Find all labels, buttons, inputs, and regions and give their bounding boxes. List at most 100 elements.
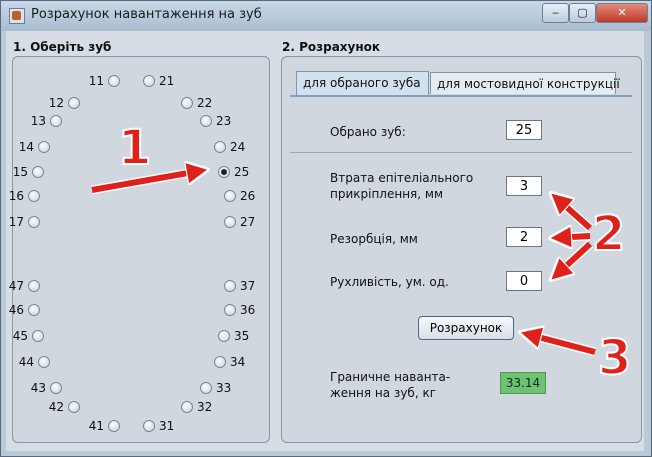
tooth-radio-33[interactable]: 33 <box>200 381 231 395</box>
calculate-button[interactable]: Розрахунок <box>418 316 514 340</box>
tooth-radio-45[interactable]: 45 <box>13 329 44 343</box>
radio-button[interactable] <box>214 141 226 153</box>
tooth-radio-27[interactable]: 27 <box>224 215 255 229</box>
tooth-number-label: 15 <box>12 165 28 179</box>
annotation-3: 3 <box>597 329 632 387</box>
radio-button[interactable] <box>68 401 80 413</box>
radio-button[interactable] <box>181 97 193 109</box>
selected-tooth-field: 25 <box>506 120 542 140</box>
tooth-number-label: 16 <box>8 189 24 203</box>
mobility-label: Рухливість, ум. од. <box>330 275 449 289</box>
attachment-loss-label: Втрата епітеліального прикріплення, мм <box>330 170 473 202</box>
tooth-radio-44[interactable]: 44 <box>19 355 50 369</box>
radio-button[interactable] <box>50 382 62 394</box>
tooth-number-label: 33 <box>216 381 232 395</box>
radio-button[interactable] <box>32 330 44 342</box>
radio-button[interactable] <box>214 356 226 368</box>
radio-button[interactable] <box>38 356 50 368</box>
attachment-loss-field[interactable]: 3 <box>506 176 542 196</box>
tooth-radio-43[interactable]: 43 <box>31 381 62 395</box>
result-label-line1: Граничне наванта- <box>330 370 451 384</box>
radio-button[interactable] <box>224 304 236 316</box>
tooth-number-label: 13 <box>30 114 46 128</box>
tooth-radio-31[interactable]: 31 <box>143 419 174 433</box>
radio-button[interactable] <box>108 75 120 87</box>
tooth-radio-24[interactable]: 24 <box>214 140 245 154</box>
annotation-2: 2 <box>591 205 626 263</box>
tooth-number-label: 22 <box>197 96 213 110</box>
tooth-radio-15[interactable]: 15 <box>13 165 44 179</box>
radio-button[interactable] <box>224 190 236 202</box>
radio-button[interactable] <box>38 141 50 153</box>
tooth-radio-23[interactable]: 23 <box>200 114 231 128</box>
radio-button[interactable] <box>200 115 212 127</box>
radio-button[interactable] <box>28 304 40 316</box>
tooth-radio-36[interactable]: 36 <box>224 303 255 317</box>
result-label: Граничне наванта- ження на зуб, кг <box>330 369 450 401</box>
annotation-1: 1 <box>117 119 152 177</box>
tooth-number-label: 11 <box>88 74 104 88</box>
selected-tooth-label: Обрано зуб: <box>330 125 406 139</box>
attachment-loss-label-line2: прикріплення, мм <box>330 187 444 201</box>
radio-button[interactable] <box>50 115 62 127</box>
tooth-radio-25[interactable]: 25 <box>218 165 249 179</box>
tooth-number-label: 43 <box>30 381 46 395</box>
radio-button[interactable] <box>200 382 212 394</box>
tooth-radio-13[interactable]: 13 <box>31 114 62 128</box>
tooth-radio-37[interactable]: 37 <box>224 279 255 293</box>
mobility-field[interactable]: 0 <box>506 271 542 291</box>
tooth-number-label: 46 <box>8 303 24 317</box>
radio-button[interactable] <box>218 330 230 342</box>
tooth-radio-42[interactable]: 42 <box>49 400 80 414</box>
tooth-number-label: 26 <box>240 189 256 203</box>
radio-button[interactable] <box>224 280 236 292</box>
tooth-radio-26[interactable]: 26 <box>224 189 255 203</box>
tooth-radio-34[interactable]: 34 <box>214 355 245 369</box>
tooth-radio-46[interactable]: 46 <box>9 303 40 317</box>
tab-selected-tooth[interactable]: для обраного зуба <box>296 71 429 95</box>
radio-button[interactable] <box>68 97 80 109</box>
tooth-number-label: 31 <box>159 419 175 433</box>
tooth-radio-35[interactable]: 35 <box>218 329 249 343</box>
tooth-number-label: 14 <box>18 140 34 154</box>
tooth-radio-12[interactable]: 12 <box>49 96 80 110</box>
app-icon <box>9 8 25 24</box>
radio-button[interactable] <box>181 401 193 413</box>
tooth-number-label: 27 <box>240 215 256 229</box>
tooth-number-label: 32 <box>197 400 213 414</box>
resorption-field[interactable]: 2 <box>506 227 542 247</box>
tooth-radio-16[interactable]: 16 <box>9 189 40 203</box>
tooth-number-label: 44 <box>18 355 34 369</box>
tooth-number-label: 35 <box>234 329 250 343</box>
close-button[interactable]: ✕ <box>596 3 648 23</box>
resorption-label: Резорбція, мм <box>330 232 418 246</box>
radio-button[interactable] <box>28 280 40 292</box>
radio-button[interactable] <box>108 420 120 432</box>
radio-button[interactable] <box>218 166 230 178</box>
tooth-radio-32[interactable]: 32 <box>181 400 212 414</box>
tooth-radio-47[interactable]: 47 <box>9 279 40 293</box>
radio-button[interactable] <box>28 190 40 202</box>
tooth-number-label: 12 <box>48 96 64 110</box>
tab-bridge[interactable]: для мостовидної конструкції <box>430 72 620 94</box>
tooth-number-label: 45 <box>12 329 28 343</box>
tooth-number-label: 47 <box>8 279 24 293</box>
tooth-number-label: 21 <box>159 74 175 88</box>
minimize-button[interactable]: ‒ <box>542 3 569 23</box>
radio-button[interactable] <box>224 216 236 228</box>
tooth-radio-11[interactable]: 11 <box>89 74 120 88</box>
tooth-radio-14[interactable]: 14 <box>19 140 50 154</box>
tooth-radio-41[interactable]: 41 <box>89 419 120 433</box>
radio-button[interactable] <box>32 166 44 178</box>
result-label-line2: ження на зуб, кг <box>330 386 436 400</box>
tooth-number-label: 42 <box>48 400 64 414</box>
radio-button[interactable] <box>143 75 155 87</box>
tooth-number-label: 41 <box>88 419 104 433</box>
tooth-radio-22[interactable]: 22 <box>181 96 212 110</box>
maximize-button[interactable]: ▢ <box>569 3 596 23</box>
radio-button[interactable] <box>143 420 155 432</box>
tooth-radio-17[interactable]: 17 <box>9 215 40 229</box>
tooth-number-label: 37 <box>240 279 256 293</box>
tooth-radio-21[interactable]: 21 <box>143 74 174 88</box>
radio-button[interactable] <box>28 216 40 228</box>
